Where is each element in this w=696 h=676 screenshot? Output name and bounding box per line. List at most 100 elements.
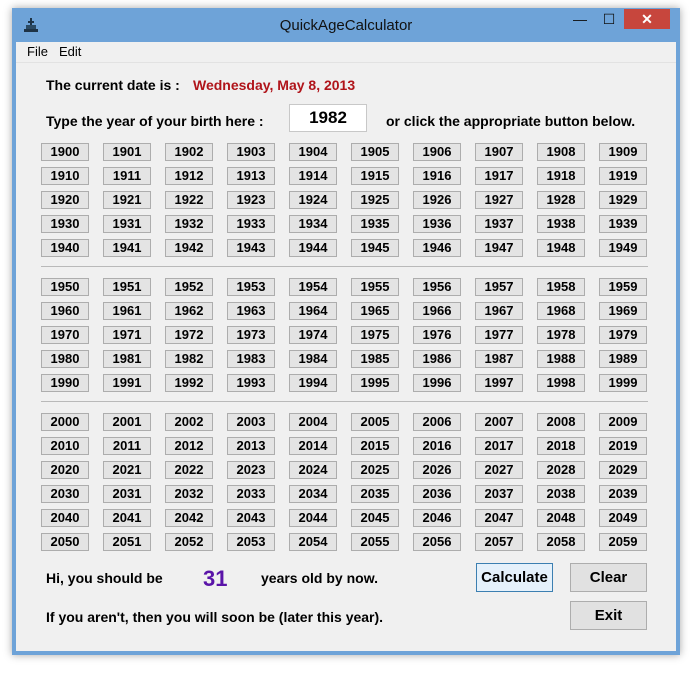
year-button[interactable]: 1961	[103, 302, 151, 320]
exit-button[interactable]: Exit	[570, 601, 647, 630]
year-button[interactable]: 2010	[41, 437, 89, 455]
year-button[interactable]: 1929	[599, 191, 647, 209]
year-button[interactable]: 2049	[599, 509, 647, 527]
year-button[interactable]: 1912	[165, 167, 213, 185]
year-button[interactable]: 2052	[165, 533, 213, 551]
year-button[interactable]: 1956	[413, 278, 461, 296]
year-button[interactable]: 2019	[599, 437, 647, 455]
year-button[interactable]: 1970	[41, 326, 89, 344]
year-button[interactable]: 1945	[351, 239, 399, 257]
year-button[interactable]: 1911	[103, 167, 151, 185]
menu-file[interactable]: File	[27, 44, 48, 59]
year-button[interactable]: 1943	[227, 239, 275, 257]
year-button[interactable]: 2051	[103, 533, 151, 551]
year-button[interactable]: 1921	[103, 191, 151, 209]
year-button[interactable]: 1975	[351, 326, 399, 344]
year-button[interactable]: 1924	[289, 191, 337, 209]
year-button[interactable]: 1934	[289, 215, 337, 233]
year-button[interactable]: 1972	[165, 326, 213, 344]
year-button[interactable]: 1993	[227, 374, 275, 392]
year-button[interactable]: 2024	[289, 461, 337, 479]
year-button[interactable]: 2014	[289, 437, 337, 455]
year-button[interactable]: 1900	[41, 143, 89, 161]
year-button[interactable]: 1905	[351, 143, 399, 161]
year-button[interactable]: 2003	[227, 413, 275, 431]
year-button[interactable]: 1936	[413, 215, 461, 233]
year-button[interactable]: 1927	[475, 191, 523, 209]
year-button[interactable]: 1962	[165, 302, 213, 320]
year-button[interactable]: 1926	[413, 191, 461, 209]
year-button[interactable]: 1974	[289, 326, 337, 344]
year-button[interactable]: 1901	[103, 143, 151, 161]
year-button[interactable]: 1951	[103, 278, 151, 296]
year-button[interactable]: 2057	[475, 533, 523, 551]
year-button[interactable]: 2038	[537, 485, 585, 503]
year-button[interactable]: 2037	[475, 485, 523, 503]
year-button[interactable]: 2000	[41, 413, 89, 431]
year-button[interactable]: 2042	[165, 509, 213, 527]
year-button[interactable]: 1953	[227, 278, 275, 296]
year-button[interactable]: 1925	[351, 191, 399, 209]
year-button[interactable]: 2025	[351, 461, 399, 479]
year-button[interactable]: 1942	[165, 239, 213, 257]
year-button[interactable]: 1907	[475, 143, 523, 161]
minimize-button[interactable]: —	[566, 9, 594, 29]
year-button[interactable]: 2029	[599, 461, 647, 479]
year-button[interactable]: 1938	[537, 215, 585, 233]
year-button[interactable]: 1941	[103, 239, 151, 257]
year-button[interactable]: 2018	[537, 437, 585, 455]
year-button[interactable]: 2040	[41, 509, 89, 527]
year-button[interactable]: 2027	[475, 461, 523, 479]
year-button[interactable]: 1990	[41, 374, 89, 392]
year-button[interactable]: 2015	[351, 437, 399, 455]
year-button[interactable]: 1946	[413, 239, 461, 257]
year-button[interactable]: 1984	[289, 350, 337, 368]
year-button[interactable]: 1915	[351, 167, 399, 185]
title-bar[interactable]: QuickAgeCalculator — ☐ ✕	[12, 8, 680, 42]
year-button[interactable]: 1997	[475, 374, 523, 392]
year-button[interactable]: 2013	[227, 437, 275, 455]
year-button[interactable]: 2028	[537, 461, 585, 479]
year-button[interactable]: 1928	[537, 191, 585, 209]
year-button[interactable]: 1948	[537, 239, 585, 257]
year-button[interactable]: 1957	[475, 278, 523, 296]
year-button[interactable]: 1954	[289, 278, 337, 296]
year-button[interactable]: 1913	[227, 167, 275, 185]
year-button[interactable]: 1980	[41, 350, 89, 368]
year-button[interactable]: 1966	[413, 302, 461, 320]
calculate-button[interactable]: Calculate	[476, 563, 553, 592]
year-button[interactable]: 2006	[413, 413, 461, 431]
year-button[interactable]: 1931	[103, 215, 151, 233]
year-button[interactable]: 2017	[475, 437, 523, 455]
year-button[interactable]: 1978	[537, 326, 585, 344]
year-button[interactable]: 1944	[289, 239, 337, 257]
year-button[interactable]: 1923	[227, 191, 275, 209]
year-button[interactable]: 2053	[227, 533, 275, 551]
year-button[interactable]: 1969	[599, 302, 647, 320]
birth-year-input[interactable]	[289, 104, 367, 132]
year-button[interactable]: 1914	[289, 167, 337, 185]
year-button[interactable]: 1933	[227, 215, 275, 233]
year-button[interactable]: 2016	[413, 437, 461, 455]
year-button[interactable]: 1947	[475, 239, 523, 257]
year-button[interactable]: 1988	[537, 350, 585, 368]
close-button[interactable]: ✕	[624, 9, 670, 29]
year-button[interactable]: 1903	[227, 143, 275, 161]
year-button[interactable]: 1920	[41, 191, 89, 209]
year-button[interactable]: 2007	[475, 413, 523, 431]
year-button[interactable]: 2047	[475, 509, 523, 527]
year-button[interactable]: 1963	[227, 302, 275, 320]
year-button[interactable]: 1959	[599, 278, 647, 296]
year-button[interactable]: 1979	[599, 326, 647, 344]
year-button[interactable]: 1918	[537, 167, 585, 185]
year-button[interactable]: 1989	[599, 350, 647, 368]
year-button[interactable]: 2020	[41, 461, 89, 479]
year-button[interactable]: 1917	[475, 167, 523, 185]
year-button[interactable]: 1949	[599, 239, 647, 257]
year-button[interactable]: 2031	[103, 485, 151, 503]
year-button[interactable]: 2002	[165, 413, 213, 431]
year-button[interactable]: 1995	[351, 374, 399, 392]
year-button[interactable]: 1973	[227, 326, 275, 344]
year-button[interactable]: 1987	[475, 350, 523, 368]
year-button[interactable]: 1950	[41, 278, 89, 296]
